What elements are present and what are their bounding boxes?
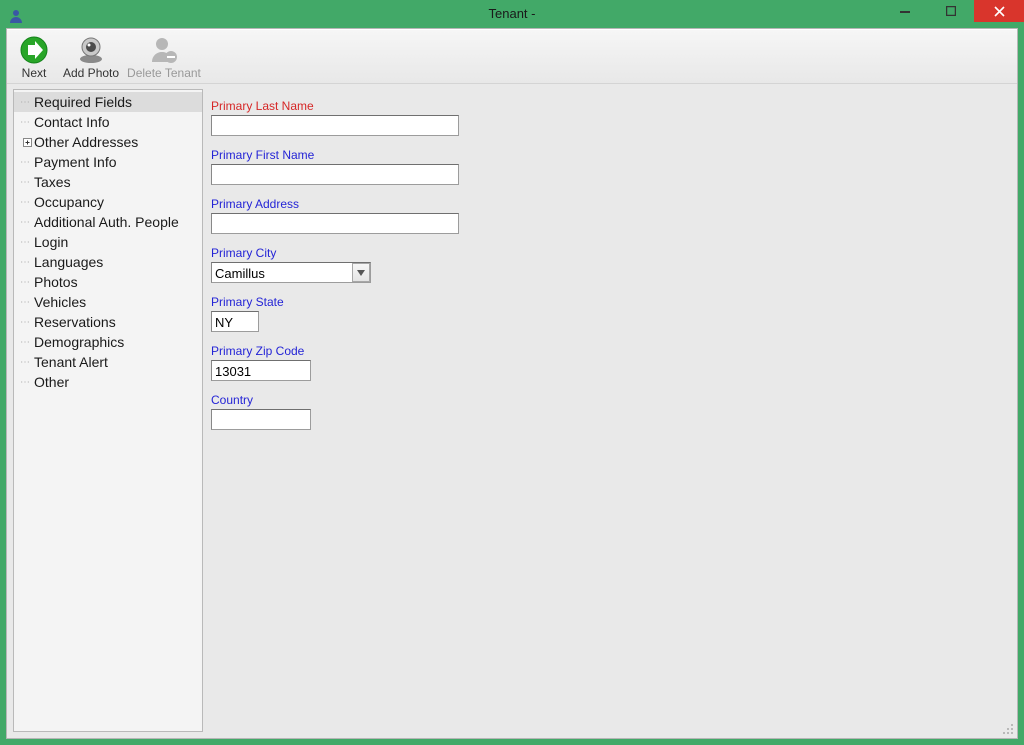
field-group-first-name: Primary First Name — [211, 148, 1011, 185]
field-group-address: Primary Address — [211, 197, 1011, 234]
first-name-label: Primary First Name — [211, 148, 1011, 162]
tree-branch-icon: ⋯ — [20, 337, 34, 348]
tree-item[interactable]: ⋯Contact Info — [14, 112, 202, 132]
tree-item-label: Required Fields — [34, 94, 132, 110]
tree-item-label: Other Addresses — [34, 134, 138, 150]
tree-branch-icon: ⋯ — [20, 297, 34, 308]
tree-branch-icon: ⋯ — [20, 357, 34, 368]
tree-branch-icon: ⋯ — [20, 197, 34, 208]
next-button[interactable]: Next — [13, 34, 55, 80]
tree-item[interactable]: ⋯Languages — [14, 252, 202, 272]
state-input[interactable] — [211, 311, 259, 332]
next-arrow-icon — [18, 34, 50, 66]
tree-item[interactable]: ⋯Occupancy — [14, 192, 202, 212]
city-label: Primary City — [211, 246, 1011, 260]
tree-branch-icon: ⋯ — [20, 277, 34, 288]
field-group-country: Country — [211, 393, 1011, 430]
tree-item[interactable]: ⋯Other — [14, 372, 202, 392]
country-label: Country — [211, 393, 1011, 407]
maximize-button[interactable] — [928, 0, 974, 22]
nav-tree[interactable]: ⋯Required Fields⋯Contact InfoOther Addre… — [13, 89, 203, 732]
window-controls — [882, 0, 1024, 22]
tree-item-label: Demographics — [34, 334, 124, 350]
first-name-input[interactable] — [211, 164, 459, 185]
tree-item-label: Vehicles — [34, 294, 86, 310]
app-icon — [8, 6, 24, 22]
tree-item-label: Reservations — [34, 314, 116, 330]
tree-branch-icon: ⋯ — [20, 97, 34, 108]
zip-label: Primary Zip Code — [211, 344, 1011, 358]
tree-item-label: Tenant Alert — [34, 354, 108, 370]
tree-item-label: Additional Auth. People — [34, 214, 179, 230]
add-photo-label: Add Photo — [63, 66, 119, 80]
zip-input[interactable] — [211, 360, 311, 381]
tree-branch-icon: ⋯ — [20, 217, 34, 228]
tree-item[interactable]: ⋯Tenant Alert — [14, 352, 202, 372]
tree-item[interactable]: ⋯Required Fields — [14, 92, 202, 112]
tree-branch-icon: ⋯ — [20, 177, 34, 188]
last-name-label: Primary Last Name — [211, 99, 1011, 113]
camera-icon — [75, 34, 107, 66]
tree-item-label: Taxes — [34, 174, 71, 190]
tenant-window: Tenant - Next — [0, 0, 1024, 745]
tree-branch-icon: ⋯ — [20, 117, 34, 128]
client-area: Next Add Photo — [6, 28, 1018, 739]
address-input[interactable] — [211, 213, 459, 234]
tree-item[interactable]: ⋯Demographics — [14, 332, 202, 352]
tree-item[interactable]: ⋯Vehicles — [14, 292, 202, 312]
tree-branch-icon: ⋯ — [20, 157, 34, 168]
field-group-last-name: Primary Last Name — [211, 99, 1011, 136]
tree-item[interactable]: Other Addresses — [14, 132, 202, 152]
tree-item-label: Other — [34, 374, 69, 390]
form-pane: Primary Last Name Primary First Name Pri… — [203, 89, 1011, 732]
minimize-button[interactable] — [882, 0, 928, 22]
tree-item[interactable]: ⋯Reservations — [14, 312, 202, 332]
last-name-input[interactable] — [211, 115, 459, 136]
titlebar[interactable]: Tenant - — [0, 0, 1024, 28]
field-group-city: Primary City Camillus — [211, 246, 1011, 283]
address-label: Primary Address — [211, 197, 1011, 211]
tree-item[interactable]: ⋯Photos — [14, 272, 202, 292]
tree-item-label: Languages — [34, 254, 103, 270]
toolbar: Next Add Photo — [7, 29, 1017, 84]
tree-item[interactable]: ⋯Additional Auth. People — [14, 212, 202, 232]
tree-item-label: Payment Info — [34, 154, 117, 170]
window-title: Tenant - — [0, 0, 1024, 28]
field-group-state: Primary State — [211, 295, 1011, 332]
tree-item-label: Login — [34, 234, 68, 250]
expand-icon[interactable] — [20, 138, 34, 147]
tree-item[interactable]: ⋯Login — [14, 232, 202, 252]
delete-tenant-button[interactable]: Delete Tenant — [127, 34, 201, 80]
tree-item-label: Photos — [34, 274, 78, 290]
tree-branch-icon: ⋯ — [20, 257, 34, 268]
tree-branch-icon: ⋯ — [20, 317, 34, 328]
field-group-zip: Primary Zip Code — [211, 344, 1011, 381]
tree-item[interactable]: ⋯Payment Info — [14, 152, 202, 172]
tree-item-label: Occupancy — [34, 194, 104, 210]
content-area: ⋯Required Fields⋯Contact InfoOther Addre… — [13, 89, 1011, 732]
next-label: Next — [22, 66, 47, 80]
delete-tenant-label: Delete Tenant — [127, 66, 201, 80]
delete-person-icon — [148, 34, 180, 66]
tree-branch-icon: ⋯ — [20, 377, 34, 388]
tree-branch-icon: ⋯ — [20, 237, 34, 248]
tree-item[interactable]: ⋯Taxes — [14, 172, 202, 192]
close-button[interactable] — [974, 0, 1024, 22]
country-input[interactable] — [211, 409, 311, 430]
resize-grip[interactable] — [1001, 722, 1015, 736]
tree-item-label: Contact Info — [34, 114, 110, 130]
state-label: Primary State — [211, 295, 1011, 309]
city-select[interactable]: Camillus — [211, 262, 371, 283]
add-photo-button[interactable]: Add Photo — [63, 34, 119, 80]
